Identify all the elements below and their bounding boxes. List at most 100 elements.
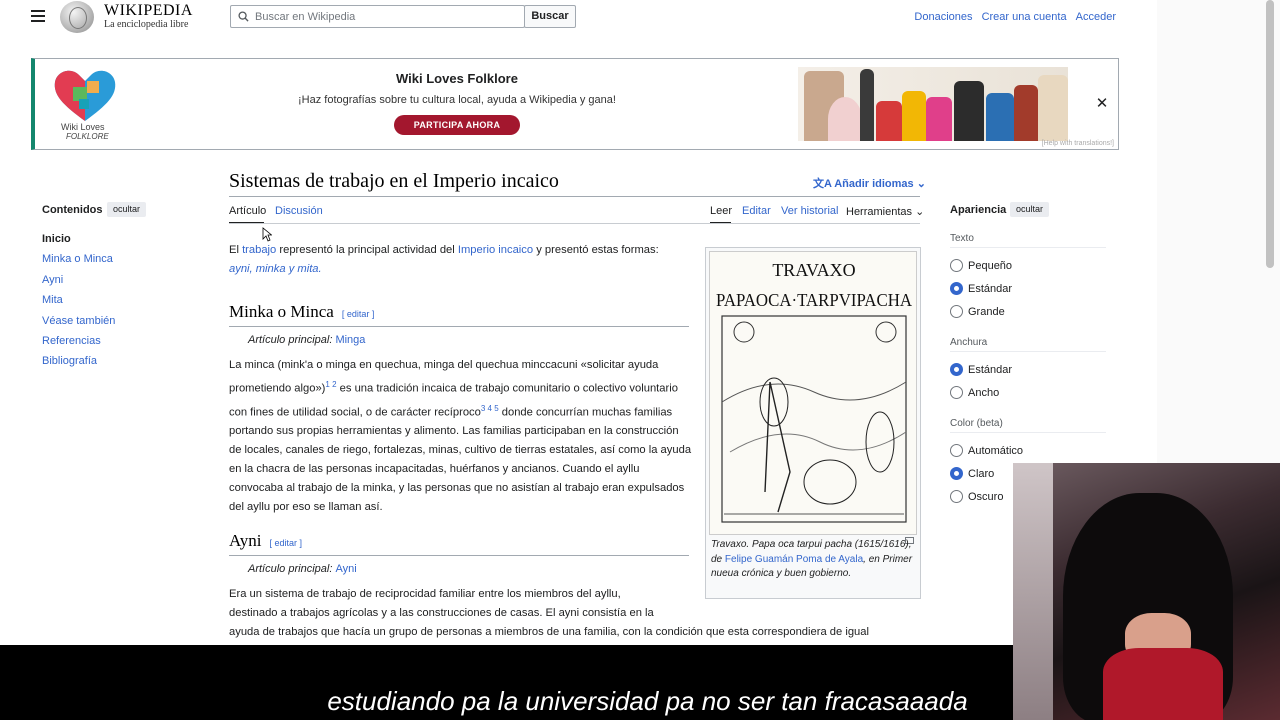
- section-divider: [950, 432, 1106, 433]
- tools-menu[interactable]: Herramientas ⌄: [846, 205, 924, 218]
- close-icon[interactable]: ✕: [1093, 95, 1111, 113]
- toc-item-minka[interactable]: Minka o Minca: [42, 253, 113, 265]
- user-links: Donaciones Crear una cuenta Acceder: [908, 11, 1116, 23]
- banner-title: Wiki Loves Folklore: [396, 71, 518, 86]
- intro-paragraph: El trabajo representó la principal activ…: [229, 241, 694, 279]
- chevron-down-icon: ⌄: [913, 178, 926, 190]
- toc-item-see-also[interactable]: Véase también: [42, 315, 115, 327]
- logo-text-line2: FOLKLORE: [66, 132, 109, 141]
- participate-button[interactable]: PARTICIPA AHORA: [394, 115, 520, 135]
- reference-links[interactable]: 1 2: [325, 380, 336, 389]
- radio-label[interactable]: Automático: [968, 445, 1023, 457]
- radio-label[interactable]: Pequeño: [968, 260, 1012, 272]
- radio-label[interactable]: Estándar: [968, 283, 1012, 295]
- radio-text-large[interactable]: [950, 305, 963, 318]
- add-languages-button[interactable]: 文A Añadir idiomas ⌄: [813, 175, 926, 191]
- link-minga[interactable]: Minga: [335, 334, 365, 346]
- toc-item-bibliography[interactable]: Bibliografía: [42, 355, 97, 367]
- scrollbar[interactable]: [1266, 0, 1274, 268]
- tab-discussion[interactable]: Discusión: [275, 205, 323, 217]
- folklore-photo-collage: [798, 67, 1068, 141]
- hatnote-label: Artículo principal:: [248, 563, 333, 575]
- wikipedia-tagline: La enciclopedia libre: [104, 19, 189, 30]
- wiki-loves-folklore-logo[interactable]: [53, 67, 117, 123]
- link-imperio-incaico[interactable]: Imperio incaico: [458, 244, 533, 256]
- edit-section-link[interactable]: [ editar ]: [269, 538, 302, 548]
- radio-text-standard[interactable]: [950, 282, 963, 295]
- wikipedia-globe-icon[interactable]: [60, 1, 94, 33]
- paragraph-line: destinado a trabajos agrícolas y a las c…: [229, 607, 654, 619]
- page-title: Sistemas de trabajo en el Imperio incaic…: [229, 170, 559, 192]
- tab-read[interactable]: Leer: [710, 205, 732, 217]
- radio-color-dark[interactable]: [950, 490, 963, 503]
- hatnote-label: Artículo principal:: [248, 334, 333, 346]
- appearance-hide-button[interactable]: ocultar: [1010, 202, 1050, 217]
- figure-caption: Travaxo. Papa oca tarpui pacha (1615/161…: [711, 538, 916, 582]
- section-divider: [950, 351, 1106, 352]
- drawing-title-1: TRAVAXO: [772, 260, 855, 280]
- translate-icon: 文A: [813, 178, 835, 190]
- section-heading-minka: Minka o Minca [ editar ]: [229, 302, 374, 322]
- search-input[interactable]: [255, 8, 520, 25]
- radio-label[interactable]: Estándar: [968, 364, 1012, 376]
- toc-item-ayni[interactable]: Ayni: [42, 274, 63, 286]
- radio-width-wide[interactable]: [950, 386, 963, 399]
- search-field[interactable]: [230, 5, 525, 28]
- intro-text: representó la principal actividad del: [276, 244, 458, 256]
- search-button[interactable]: Buscar: [524, 5, 576, 28]
- figure-image[interactable]: TRAVAXO PAPAOCA·TARPVIPACHA: [709, 251, 917, 535]
- section-divider: [229, 326, 689, 327]
- radio-color-auto[interactable]: [950, 444, 963, 457]
- translation-help-link[interactable]: [Help with translations!]: [1042, 140, 1114, 147]
- title-divider: [229, 196, 920, 197]
- tab-article[interactable]: Artículo: [229, 205, 266, 217]
- radio-width-standard[interactable]: [950, 363, 963, 376]
- guaman-poma-drawing: TRAVAXO PAPAOCA·TARPVIPACHA: [716, 260, 912, 523]
- login-link[interactable]: Acceder: [1076, 11, 1116, 23]
- toc-hide-button[interactable]: ocultar: [107, 202, 147, 217]
- radio-label[interactable]: Ancho: [968, 387, 999, 399]
- paragraph-text: donde concurrían muchas familias portand…: [229, 406, 692, 514]
- section-title: Minka o Minca: [229, 302, 334, 321]
- tools-label: Herramientas: [846, 206, 913, 218]
- section-divider: [950, 247, 1106, 248]
- intro-text: El: [229, 244, 243, 256]
- chevron-down-icon: ⌄: [912, 206, 925, 218]
- tab-edit[interactable]: Editar: [742, 205, 771, 217]
- toc-item-mita[interactable]: Mita: [42, 294, 63, 306]
- radio-color-light[interactable]: [950, 467, 963, 480]
- create-account-link[interactable]: Crear una cuenta: [982, 11, 1067, 23]
- add-languages-label: Añadir idiomas: [834, 178, 914, 190]
- link-trabajo[interactable]: trabajo: [242, 244, 276, 256]
- donate-link[interactable]: Donaciones: [914, 11, 972, 23]
- edit-section-link[interactable]: [ editar ]: [342, 309, 375, 319]
- mouse-cursor-icon: [262, 227, 272, 242]
- tabs-divider: [229, 223, 920, 224]
- tab-history[interactable]: Ver historial: [781, 205, 838, 217]
- color-label: Color (beta): [950, 418, 1003, 429]
- section-heading-ayni: Ayni [ editar ]: [229, 531, 302, 551]
- wikipedia-wordmark[interactable]: WIKIPEDIA: [104, 2, 193, 20]
- width-label: Anchura: [950, 337, 988, 348]
- section-title: Ayni: [229, 531, 262, 550]
- radio-text-small[interactable]: [950, 259, 963, 272]
- logo-text-line1: Wiki Loves: [61, 122, 105, 132]
- page-gutter: [1157, 0, 1280, 463]
- background-object: [1013, 463, 1053, 720]
- radio-label[interactable]: Claro: [968, 468, 994, 480]
- intro-list-links[interactable]: ayni, minka y mita.: [229, 263, 322, 275]
- toc-heading: Contenidos: [42, 204, 103, 216]
- radio-label[interactable]: Grande: [968, 306, 1005, 318]
- main-article-note: Artículo principal: Minga: [248, 334, 365, 346]
- main-menu-icon[interactable]: [31, 10, 45, 22]
- toc-item-references[interactable]: Referencias: [42, 335, 101, 347]
- webcam-overlay: [1013, 463, 1280, 720]
- reference-links[interactable]: 3 4 5: [481, 404, 499, 413]
- link-ayni[interactable]: Ayni: [335, 563, 356, 575]
- section-divider: [229, 555, 689, 556]
- article-figure: TRAVAXO PAPAOCA·TARPVIPACHA Travaxo. Pap…: [705, 247, 921, 599]
- radio-label[interactable]: Oscuro: [968, 491, 1003, 503]
- toc-item-inicio[interactable]: Inicio: [42, 233, 71, 245]
- link-guaman-poma[interactable]: Felipe Guamán Poma de Ayala: [725, 554, 863, 565]
- minka-paragraph: La minca (mink'a o minga en quechua, min…: [229, 356, 694, 517]
